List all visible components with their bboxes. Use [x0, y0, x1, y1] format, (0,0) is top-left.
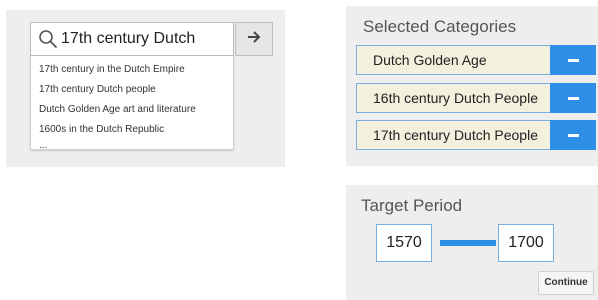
search-input[interactable]	[61, 24, 229, 54]
category-row: Dutch Golden Age	[356, 45, 596, 75]
remove-category-button[interactable]	[550, 83, 596, 113]
minus-icon	[567, 96, 579, 100]
search-panel: 17th century in the Dutch Empire 17th ce…	[6, 10, 285, 167]
continue-button[interactable]: Continue	[538, 271, 594, 295]
remove-category-button[interactable]	[550, 120, 596, 150]
suggestion-item[interactable]: Dutch Golden Age art and literature	[39, 104, 196, 115]
remove-category-button[interactable]	[550, 45, 596, 75]
selected-categories-panel: Selected Categories Dutch Golden Age 16t…	[346, 6, 598, 166]
minus-icon	[567, 133, 579, 137]
minus-icon	[567, 58, 579, 62]
target-period-title: Target Period	[361, 196, 463, 215]
search-icon	[38, 29, 58, 49]
category-label: Dutch Golden Age	[356, 45, 552, 75]
suggestion-more[interactable]: ...	[39, 140, 47, 151]
selected-categories-title: Selected Categories	[363, 17, 517, 36]
target-period-panel: Target Period 1570 1700 Continue	[346, 185, 598, 300]
suggestion-item[interactable]: 17th century in the Dutch Empire	[39, 64, 185, 75]
arrow-right-icon	[247, 30, 261, 49]
suggestion-dropdown: 17th century in the Dutch Empire 17th ce…	[30, 56, 234, 151]
search-box[interactable]	[30, 22, 234, 56]
category-row: 16th century Dutch People	[356, 83, 596, 113]
category-row: 17th century Dutch People	[356, 120, 596, 150]
suggestion-item[interactable]: 1600s in the Dutch Republic	[39, 124, 164, 135]
category-label: 16th century Dutch People	[356, 83, 552, 113]
end-year-field[interactable]: 1700	[498, 224, 554, 262]
range-bar	[440, 240, 496, 246]
start-year-field[interactable]: 1570	[376, 224, 432, 262]
search-submit-button[interactable]	[235, 22, 273, 56]
category-label: 17th century Dutch People	[356, 120, 552, 150]
suggestion-item[interactable]: 17th century Dutch people	[39, 84, 156, 95]
